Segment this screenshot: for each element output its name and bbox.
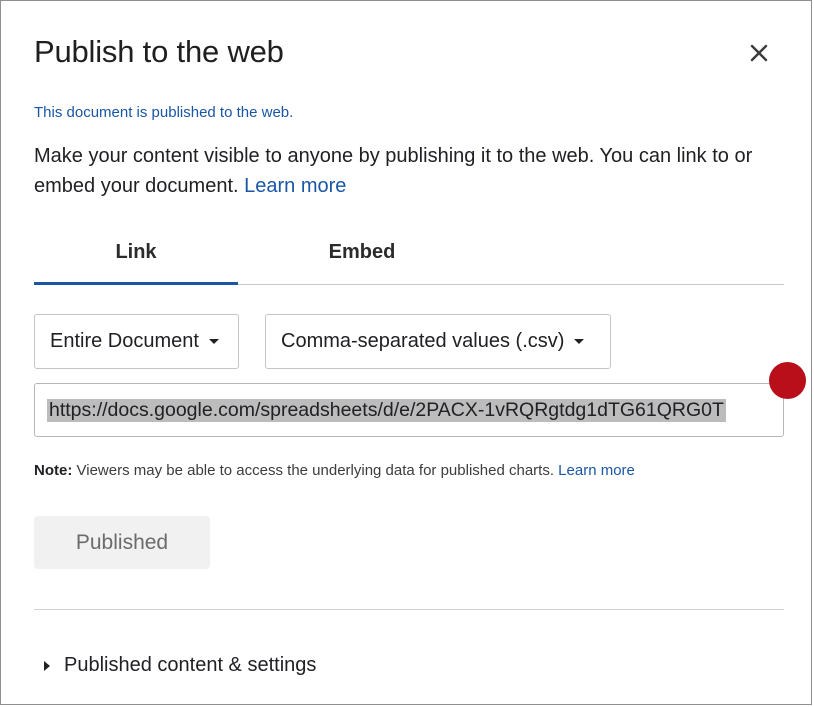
note-learn-more-link[interactable]: Learn more	[558, 462, 635, 479]
description-text: Make your content visible to anyone by p…	[34, 145, 753, 197]
caret-down-icon	[574, 339, 585, 344]
cursor-marker	[769, 362, 806, 399]
tab-link-label: Link	[115, 241, 157, 263]
scope-select-value: Entire Document	[50, 330, 199, 352]
close-icon	[750, 44, 768, 62]
publish-dialog: Publish to the web This document is publ…	[0, 0, 812, 705]
published-button[interactable]: Published	[34, 516, 210, 569]
dialog-description: Make your content visible to anyone by p…	[34, 141, 779, 201]
caret-down-icon	[208, 339, 219, 344]
triangle-right-icon	[44, 660, 50, 671]
published-settings-expander[interactable]: Published content & settings	[44, 654, 316, 677]
dialog-title: Publish to the web	[34, 34, 284, 69]
note-label: Note:	[34, 462, 73, 479]
expander-label: Published content & settings	[64, 654, 317, 676]
tab-link[interactable]: Link	[34, 241, 238, 285]
close-button[interactable]	[745, 39, 773, 67]
publish-status: This document is published to the web.	[34, 104, 294, 121]
note: Note: Viewers may be able to access the …	[34, 462, 635, 479]
format-select[interactable]: Comma-separated values (.csv)	[265, 314, 611, 369]
tab-embed[interactable]: Embed	[274, 241, 450, 283]
divider	[34, 609, 784, 610]
published-url-field[interactable]: https://docs.google.com/spreadsheets/d/e…	[34, 383, 784, 437]
format-select-value: Comma-separated values (.csv)	[281, 330, 565, 352]
tab-embed-label: Embed	[328, 241, 396, 263]
scope-select[interactable]: Entire Document	[34, 314, 239, 369]
published-url-text: https://docs.google.com/spreadsheets/d/e…	[47, 399, 726, 422]
learn-more-link[interactable]: Learn more	[244, 175, 346, 197]
note-text: Viewers may be able to access the underl…	[76, 462, 555, 479]
tab-bar: Link Embed	[34, 241, 784, 285]
active-tab-indicator	[34, 282, 238, 285]
